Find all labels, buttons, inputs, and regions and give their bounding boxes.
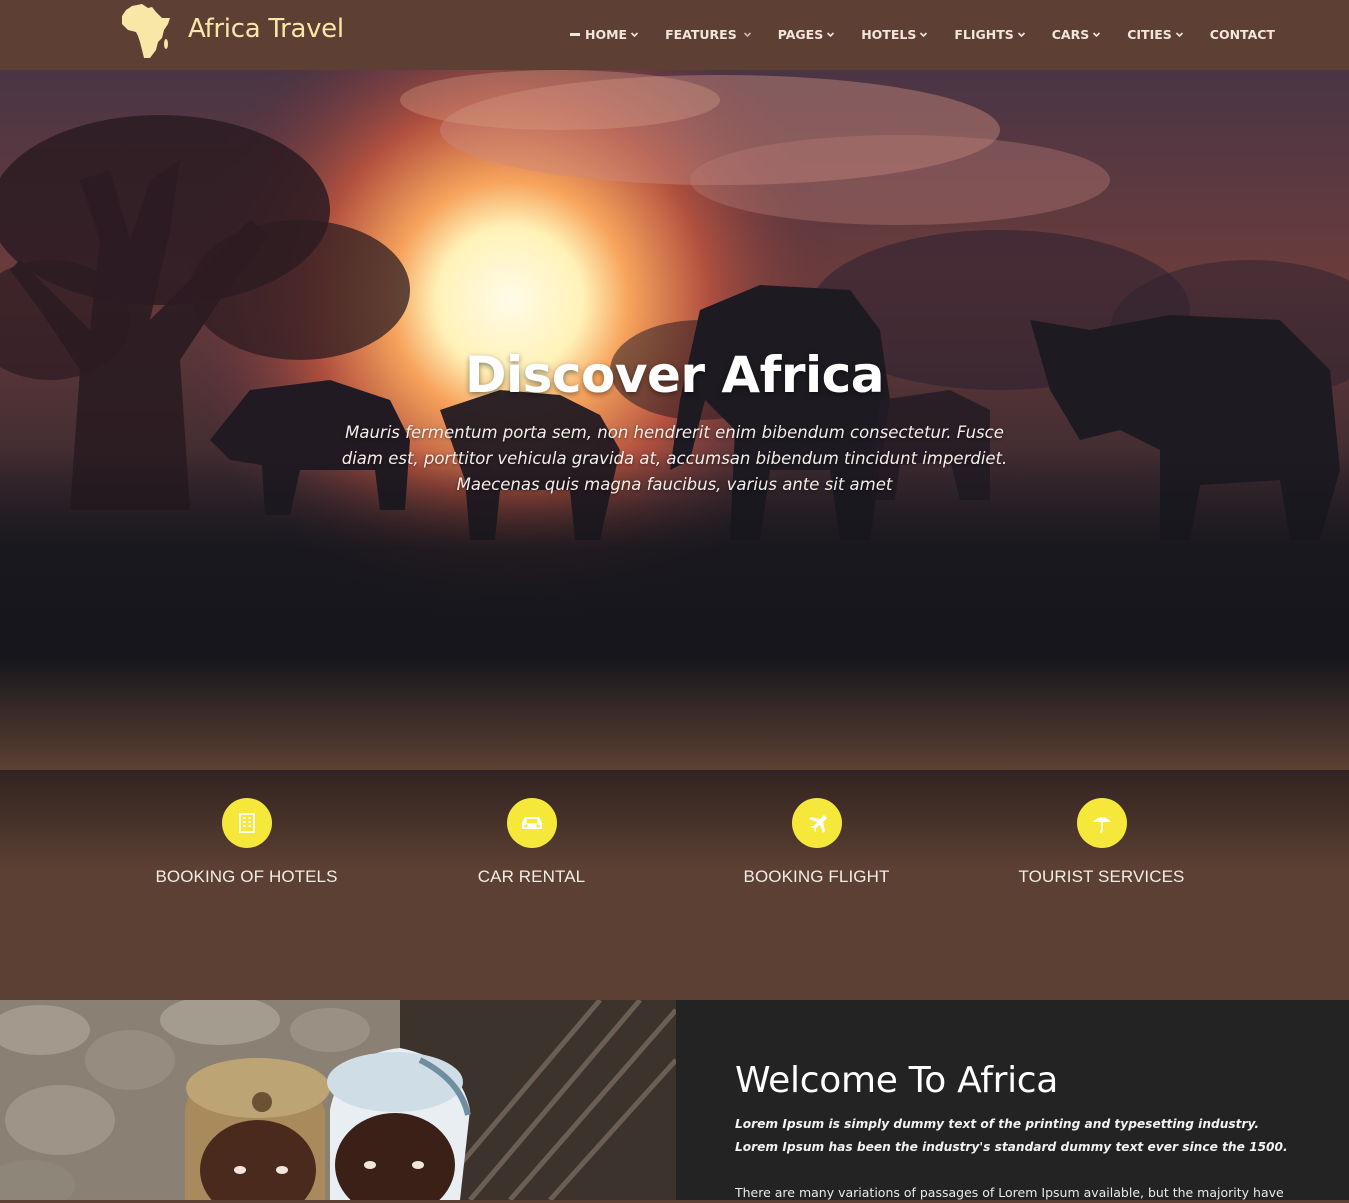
services-row: BOOKING OF HOTELS CAR RENTAL BOOKING FLI… [0, 798, 1349, 898]
nav-contact[interactable]: CONTACT [1210, 25, 1275, 43]
welcome-section: Welcome To Africa Lorem Ipsum is simply … [0, 1000, 1349, 1200]
african-girls-photo [0, 1000, 676, 1200]
brand-name[interactable]: Africa Travel [188, 14, 344, 44]
nav-flights-label: FLIGHTS [954, 26, 1014, 42]
hero-subtitle: Mauris fermentum porta sem, non hendreri… [341, 423, 1008, 494]
service-flight[interactable]: BOOKING FLIGHT [674, 798, 959, 887]
plane-icon[interactable] [791, 798, 842, 848]
welcome-panel: Welcome To Africa Lorem Ipsum is simply … [676, 1000, 1349, 1200]
service-flight-label[interactable]: BOOKING FLIGHT [674, 867, 959, 887]
umbrella-icon[interactable] [1076, 798, 1127, 848]
hotel-icon[interactable] [221, 798, 272, 848]
chevron-down-icon [1175, 30, 1184, 39]
nav-cars-label: CARS [1051, 26, 1090, 42]
site-header: Africa Travel HOME FEATURES PAGES HOTELS… [0, 0, 1349, 70]
nav-cities-label: CITIES [1127, 26, 1172, 42]
nav-contact-label: CONTACT [1209, 26, 1275, 42]
nav-features[interactable]: FEATURES [665, 25, 752, 43]
nav-home[interactable]: HOME [570, 25, 639, 43]
chevron-down-icon [630, 30, 639, 39]
hero-title: Discover Africa [464, 346, 885, 404]
africa-map-logo-icon[interactable] [118, 2, 174, 60]
service-hotels[interactable]: BOOKING OF HOTELS [104, 798, 389, 887]
chevron-down-icon [1017, 30, 1026, 39]
chevron-down-icon [1092, 30, 1101, 39]
nav-pages[interactable]: PAGES [778, 25, 836, 43]
main-nav: HOME FEATURES PAGES HOTELS FLIGHTS CARS … [570, 25, 1301, 43]
welcome-title: Welcome To Africa [735, 1060, 1059, 1101]
nav-features-label: FEATURES [665, 26, 737, 42]
service-tourist[interactable]: TOURIST SERVICES [959, 798, 1244, 887]
nav-cities[interactable]: CITIES [1127, 25, 1184, 43]
nav-flights[interactable]: FLIGHTS [954, 25, 1025, 43]
nav-hotels-label: HOTELS [861, 26, 917, 42]
active-indicator-icon [570, 32, 580, 36]
nav-hotels[interactable]: HOTELS [861, 25, 928, 43]
welcome-body-text: There are many variations of passages of… [735, 1185, 1284, 1200]
service-hotels-label[interactable]: BOOKING OF HOTELS [104, 867, 389, 887]
nav-pages-label: PAGES [777, 26, 824, 42]
car-icon[interactable] [506, 798, 557, 848]
welcome-lead-text: Lorem Ipsum is simply dummy text of the … [735, 1117, 1288, 1154]
nav-home-label: HOME [585, 26, 628, 42]
nav-cars[interactable]: CARS [1052, 25, 1101, 43]
chevron-down-icon [743, 30, 752, 39]
service-car-rental-label[interactable]: CAR RENTAL [389, 867, 674, 887]
service-car-rental[interactable]: CAR RENTAL [389, 798, 674, 887]
chevron-down-icon [919, 30, 928, 39]
chevron-down-icon [826, 30, 835, 39]
service-tourist-label[interactable]: TOURIST SERVICES [959, 867, 1244, 887]
